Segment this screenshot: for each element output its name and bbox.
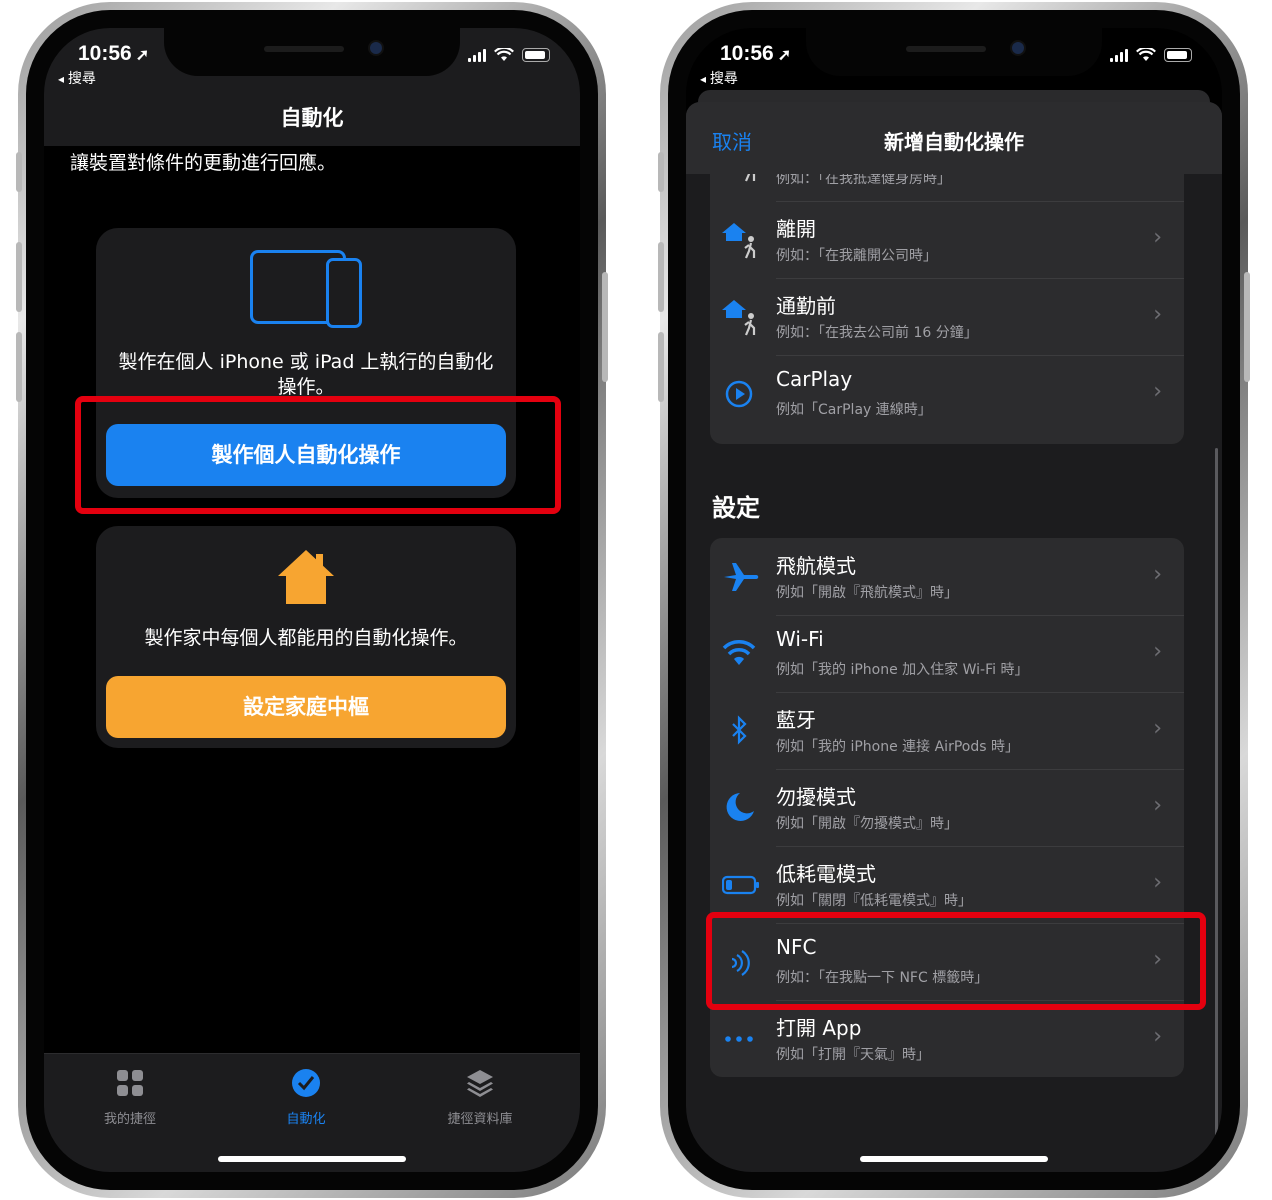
row-title: 勿擾模式	[776, 785, 856, 809]
list-item-carplay[interactable]: CarPlay 例如「CarPlay 連線時」 ›	[710, 355, 1184, 432]
list-item-leave[interactable]: 離開 例如：「在我離開公司時」 ›	[710, 201, 1184, 278]
home-card-text: 製作家中每個人都能用的自動化操作。	[144, 627, 468, 649]
travel-group: 例如：「在我抵達健身房時」 › 離開 例如：「在我離開公司時」 › 通勤前 例如…	[710, 134, 1184, 444]
row-subtitle: 例如「我的 iPhone 連接 AirPods 時」	[776, 739, 1019, 755]
status-bar: 10:56 ➚	[78, 42, 550, 72]
chevron-right-icon: ›	[1153, 1024, 1162, 1049]
left-screen: 10:56➚ 搜尋 自動化 讓裝置對條件的更動進行回應。 製作在個人 iPhon…	[44, 28, 580, 1172]
chevron-right-icon: ›	[1153, 302, 1162, 327]
wifi-icon	[494, 48, 514, 61]
home-indicator	[860, 1156, 1048, 1162]
chevron-right-icon: ›	[1153, 379, 1162, 404]
chevron-right-icon: ›	[1153, 870, 1162, 895]
location-arrow-icon: ➚	[777, 47, 792, 64]
list-item-do-not-disturb[interactable]: 勿擾模式 例如「開啟『勿擾模式』時」 ›	[710, 769, 1184, 846]
home-indicator	[218, 1156, 406, 1162]
location-arrow-icon: ➚	[135, 47, 150, 64]
sheet-nav-bar: 取消 新增自動化操作	[686, 102, 1222, 174]
row-title: 飛航模式	[776, 554, 856, 578]
row-subtitle: 例如：「在我離開公司時」	[776, 248, 937, 264]
row-title: 打開 App	[776, 1016, 862, 1040]
list-item-wifi[interactable]: Wi-Fi 例如「我的 iPhone 加入住家 Wi-Fi 時」 ›	[710, 615, 1184, 692]
chevron-right-icon: ›	[1153, 562, 1162, 587]
section-title-settings: 設定	[712, 494, 760, 522]
tab-label: 捷徑資料庫	[447, 1112, 513, 1127]
row-title: 離開	[776, 217, 816, 241]
battery-icon	[522, 48, 550, 62]
back-to-search[interactable]: 搜尋	[700, 68, 738, 88]
clock: 10:56	[720, 42, 774, 65]
scrollbar[interactable]	[1215, 448, 1218, 1158]
battery-low-icon	[722, 875, 759, 895]
list-item-airplane-mode[interactable]: 飛航模式 例如「開啟『飛航模式』時」 ›	[710, 538, 1184, 615]
row-subtitle: 例如「開啟『飛航模式』時」	[776, 585, 958, 601]
status-bar: 10:56 ➚	[720, 42, 1192, 72]
right-phone: 10:56➚ 搜尋 取消 新增自動化操作 例如：「在我抵達健身房時」 ›	[658, 2, 1250, 1198]
carplay-icon	[725, 380, 753, 408]
highlight-box-nfc	[706, 912, 1206, 1010]
row-title: 藍牙	[776, 708, 816, 732]
list-item-open-app[interactable]: 打開 App 例如「打開『天氣』時」 ›	[710, 1000, 1184, 1077]
left-phone: 10:56➚ 搜尋 自動化 讓裝置對條件的更動進行回應。 製作在個人 iPhon…	[16, 2, 608, 1198]
chevron-right-icon: ›	[1153, 716, 1162, 741]
wifi-icon	[1136, 48, 1156, 61]
bluetooth-icon	[732, 715, 747, 745]
row-title: 低耗電模式	[776, 862, 876, 886]
home-walking-icon	[722, 300, 756, 336]
chevron-right-icon: ›	[1153, 793, 1162, 818]
layers-icon	[467, 1070, 493, 1097]
row-subtitle: 例如「開啟『勿擾模式』時」	[776, 816, 958, 832]
setup-home-hub-button[interactable]: 設定家庭中樞	[106, 676, 506, 738]
list-item-before-commute[interactable]: 通勤前 例如：「在我去公司前 16 分鐘」 ›	[710, 278, 1184, 355]
row-subtitle: 例如「打開『天氣』時」	[776, 1047, 930, 1063]
tab-label: 自動化	[286, 1112, 326, 1127]
back-to-search[interactable]: 搜尋	[58, 68, 96, 88]
tab-gallery[interactable]: 捷徑資料庫	[420, 1068, 540, 1127]
personal-card-text: 製作在個人 iPhone 或 iPad 上執行的自動化操作。	[118, 351, 494, 398]
iphone-icon	[326, 258, 362, 328]
clock: 10:56	[78, 42, 132, 65]
tab-automation[interactable]: 自動化	[246, 1068, 366, 1127]
home-automation-card: 製作家中每個人都能用的自動化操作。 設定家庭中樞	[96, 526, 516, 748]
row-title: CarPlay	[776, 367, 853, 391]
cellular-signal-icon	[468, 48, 486, 62]
chevron-right-icon: ›	[1153, 639, 1162, 664]
tab-my-shortcuts[interactable]: 我的捷徑	[70, 1068, 190, 1127]
grid-icon	[117, 1070, 143, 1096]
sheet-title: 新增自動化操作	[884, 130, 1024, 154]
row-subtitle: 例如「關閉『低耗電模式』時」	[776, 893, 972, 909]
battery-icon	[1164, 48, 1192, 62]
page-description: 讓裝置對條件的更動進行回應。	[70, 152, 337, 174]
chevron-right-icon: ›	[1153, 225, 1162, 250]
row-title: Wi-Fi	[776, 627, 824, 651]
row-title: 通勤前	[776, 294, 836, 318]
wifi-icon	[722, 640, 756, 665]
row-subtitle: 例如「CarPlay 連線時」	[776, 402, 932, 418]
moon-icon	[726, 793, 754, 821]
list-item-bluetooth[interactable]: 藍牙 例如「我的 iPhone 連接 AirPods 時」 ›	[710, 692, 1184, 769]
tab-label: 我的捷徑	[103, 1112, 156, 1127]
cellular-signal-icon	[1110, 48, 1128, 62]
page-title: 自動化	[280, 106, 344, 130]
ellipsis-icon	[725, 1036, 753, 1042]
airplane-icon	[724, 563, 759, 591]
row-subtitle: 例如「我的 iPhone 加入住家 Wi-Fi 時」	[776, 662, 1029, 678]
row-subtitle: 例如：「在我去公司前 16 分鐘」	[776, 325, 978, 341]
home-walking-icon	[722, 223, 756, 259]
clock-check-icon	[292, 1069, 320, 1097]
highlight-box-personal	[75, 396, 561, 514]
house-icon	[278, 550, 334, 604]
tab-bar: 我的捷徑 自動化 捷徑資料庫	[44, 1053, 580, 1172]
